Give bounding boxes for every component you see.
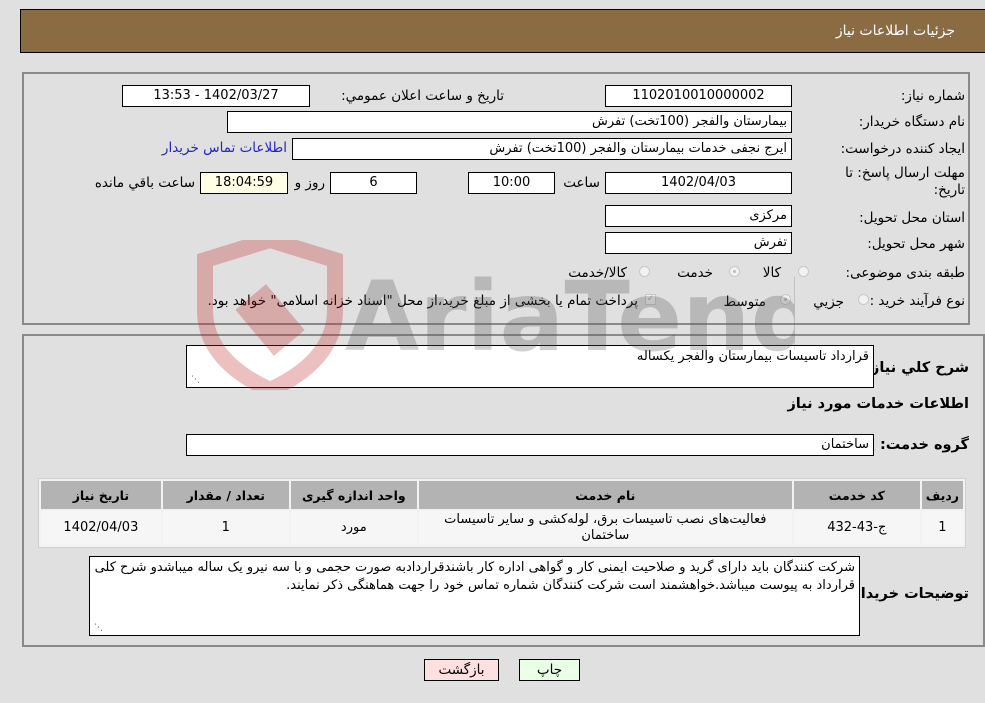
process-option-medium: متوسط (723, 294, 766, 310)
service-group-field: ساختمان (186, 434, 874, 456)
remaining-time-field: 18:04:59 (200, 172, 288, 194)
back-button[interactable]: بازگشت (424, 659, 499, 681)
buyer-notes-textarea[interactable]: شرکت کنندگان باید دارای گرید و صلاحیت ای… (89, 556, 860, 636)
buyer-notes-text: شرکت کنندگان باید دارای گرید و صلاحیت ای… (94, 560, 855, 593)
summary-textarea[interactable]: قرارداد تاسیسات بیمارستان والفجر یکساله … (186, 345, 874, 388)
summary-label: شرح کلي نياز: (865, 360, 969, 376)
deadline-label-line1: مهلت ارسال پاسخ: تا (845, 165, 965, 181)
print-button[interactable]: چاپ (519, 659, 580, 681)
col-service-name: نام خدمت (418, 481, 792, 509)
need-number-label: شماره نیاز: (900, 88, 965, 104)
creator-field: ایرج نجفی خدمات بیمارستان والفجر (100تخت… (292, 138, 792, 160)
category-radio-goods-service[interactable] (639, 266, 650, 277)
col-service-code: کد خدمت (793, 481, 920, 509)
remaining-time-label: ساعت باقي مانده (94, 175, 195, 191)
process-option-minor: جزيي (813, 294, 844, 310)
cell-unit: مورد (290, 511, 417, 545)
days-field: 6 (330, 172, 417, 194)
buyer-org-label: نام دستگاه خریدار: (858, 114, 965, 130)
announce-date-field: 1402/03/27 - 13:53 (122, 85, 310, 107)
category-label: طبقه بندی موضوعی: (845, 265, 965, 281)
buyer-org-field: بیمارستان والفجر (100تخت) تفرش (227, 111, 792, 133)
province-label: استان محل تحویل: (859, 210, 965, 226)
resize-grip-icon[interactable]: ⋰ (190, 375, 200, 385)
deadline-time-field: 10:00 (468, 172, 555, 194)
table-row: 1 ج-43-432 فعالیت‌های نصب تاسیسات برق، ل… (41, 511, 963, 545)
summary-text: قرارداد تاسیسات بیمارستان والفجر یکساله (636, 349, 869, 364)
deadline-time-label: ساعت (563, 175, 600, 191)
deadline-date-field: 1402/04/03 (605, 172, 792, 194)
services-table: ردیف کد خدمت نام خدمت واحد اندازه گیری ت… (38, 478, 966, 548)
services-table-header: ردیف کد خدمت نام خدمت واحد اندازه گیری ت… (41, 481, 963, 509)
resize-grip-icon[interactable]: ⋰ (93, 623, 103, 633)
page-header: جزئیات اطلاعات نیاز (20, 9, 985, 53)
process-radio-medium[interactable] (780, 294, 791, 305)
need-info-panel: شماره نیاز: 1102010010000002 تاریخ و ساع… (22, 72, 970, 325)
category-radio-service[interactable] (729, 266, 740, 277)
cell-need-date: 1402/04/03 (41, 511, 161, 545)
deadline-label-line2: تاریخ: (933, 182, 965, 198)
buyer-notes-label: توضیحات خریدار: (846, 586, 969, 602)
buyer-contact-link[interactable]: اطلاعات تماس خریدار (162, 140, 287, 156)
cell-service-code: ج-43-432 (793, 511, 920, 545)
announce-date-label: تاریخ و ساعت اعلان عمومي: (341, 88, 504, 104)
category-option-goods: کالا (762, 265, 781, 281)
treasury-note: پرداخت تمام یا بخشی از مبلغ خرید،از محل … (207, 293, 638, 309)
col-quantity: تعداد / مقدار (162, 481, 289, 509)
province-field: مرکزی (605, 205, 792, 227)
deadline-label: مهلت ارسال پاسخ: تا تاریخ: (845, 165, 965, 199)
days-label: روز و (294, 175, 325, 191)
city-label: شهر محل تحویل: (867, 236, 965, 252)
creator-label: ایجاد کننده درخواست: (840, 141, 965, 157)
col-unit: واحد اندازه گیری (290, 481, 417, 509)
category-radio-goods[interactable] (798, 266, 809, 277)
cell-service-name: فعالیت‌های نصب تاسیسات برق، لوله‌کشی و س… (418, 511, 792, 545)
category-option-goods-service: کالا/خدمت (568, 265, 627, 281)
treasury-checkbox[interactable]: ✓ (645, 294, 656, 305)
page-title: جزئیات اطلاعات نیاز (835, 23, 955, 39)
col-row-number: ردیف (921, 481, 963, 509)
need-number-field: 1102010010000002 (605, 85, 792, 107)
cell-row-number: 1 (921, 511, 963, 545)
process-label: نوع فرآیند خرید : (869, 293, 965, 309)
col-need-date: تاریخ نیاز (41, 481, 161, 509)
category-option-service: خدمت (677, 265, 713, 281)
process-radio-minor[interactable] (858, 294, 869, 305)
services-heading: اطلاعات خدمات مورد نیاز (787, 396, 969, 412)
need-details-panel: شرح کلي نياز: قرارداد تاسیسات بیمارستان … (22, 334, 985, 647)
service-group-label: گروه خدمت: (879, 437, 969, 453)
city-field: تفرش (605, 232, 792, 254)
cell-quantity: 1 (162, 511, 289, 545)
